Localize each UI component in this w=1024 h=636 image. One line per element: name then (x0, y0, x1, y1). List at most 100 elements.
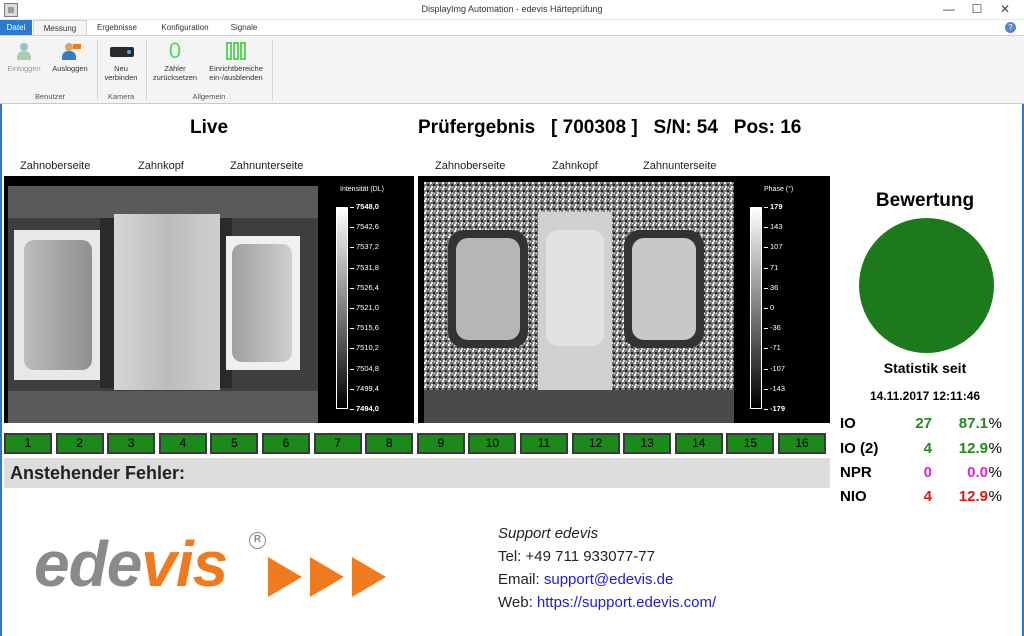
phase-tick-mark (764, 388, 768, 390)
position-box-7[interactable]: 7 (313, 433, 362, 454)
logout-button[interactable]: Ausloggen (47, 38, 93, 73)
position-box-10[interactable]: 10 (468, 433, 517, 454)
intensity-tick-mark (350, 308, 354, 309)
reconnect-camera-button[interactable]: Neu verbinden (99, 38, 143, 82)
phase-tick-mark (764, 368, 768, 370)
edevis-logo: edevis (34, 528, 228, 600)
position-box-5[interactable]: 5 (210, 433, 259, 454)
group-allgemein: Allgemein (192, 92, 226, 101)
bewertung-title: Bewertung (875, 190, 975, 211)
minimize-button[interactable]: — (938, 2, 960, 17)
support-web-link[interactable]: https://support.edevis.com/ (537, 594, 716, 611)
position-box-13[interactable]: 13 (623, 433, 672, 454)
intensity-tick-mark (350, 227, 354, 229)
position-box-12[interactable]: 12 (571, 433, 620, 454)
intensity-tick-label: 7548,0 (356, 202, 379, 211)
intensity-tick-mark (350, 328, 354, 330)
phase-tick-mark (764, 227, 768, 229)
phase-image-panel[interactable]: Phase (°) 179 143 107 71 36 0 -36 -71 -107 -143 -1… (418, 176, 830, 423)
position-box-1[interactable]: 1 (4, 433, 52, 454)
position-box-9[interactable]: 9 (416, 433, 465, 454)
col-zahnoberseite-left: Zahnoberseite (20, 160, 91, 172)
status-indicator-circle (859, 218, 994, 353)
tab-konfiguration[interactable]: Konfiguration (150, 20, 220, 35)
intensity-colorbar (336, 207, 348, 409)
setup-areas-icon (224, 40, 248, 62)
toggle-setup-areas-button[interactable]: Einrichtbereiche ein-/ausblenden (203, 38, 269, 82)
phase-tick-mark (764, 247, 768, 249)
logo-arrow-icon (352, 557, 386, 597)
help-icon[interactable]: ? (1005, 22, 1016, 33)
intensity-tick-label: 7494,0 (356, 404, 379, 413)
intensity-tick-mark (350, 348, 354, 350)
statistik-date: 14.11.2017 12:11:46 (869, 389, 981, 403)
phase-tick-label: 71 (770, 262, 779, 272)
phase-tick-label: -143 (770, 383, 786, 393)
position-box-3[interactable]: 3 (107, 433, 156, 454)
intensity-image-panel[interactable]: Intensität (DL) 7548,0 7542,6 7537,2 7531,8… (4, 176, 414, 423)
intensity-scale-title: Intensität (DL) (340, 186, 384, 193)
position-box-14[interactable]: 14 (674, 433, 723, 454)
position-box-15[interactable]: 15 (726, 433, 775, 454)
col-zahnoberseite-right: Zahnoberseite (435, 160, 506, 172)
intensity-tick-mark (350, 368, 354, 370)
phase-scale-title: Phase (°) (764, 186, 794, 193)
close-button[interactable]: ✕ (994, 2, 1016, 17)
phase-tick-mark (764, 267, 768, 269)
login-button[interactable]: Einloggen (4, 38, 44, 73)
col-zahnkopf-right: Zahnkopf (552, 160, 598, 172)
tab-signale[interactable]: Signale (222, 20, 266, 35)
login-user-icon (12, 40, 36, 62)
col-zahnunterseite-right: Zahnunterseite (643, 160, 717, 172)
support-tel: Tel: +49 711 933077-77 (498, 548, 655, 565)
stat-row-nio: NIO 4 12.9 % (840, 488, 1002, 505)
support-email-link[interactable]: support@edevis.de (544, 571, 673, 588)
counter-zero-icon: 0 (168, 38, 182, 63)
intensity-tick-mark (350, 207, 354, 208)
phase-tick-label: -107 (770, 363, 786, 373)
position-box-2[interactable]: 2 (55, 433, 104, 454)
phase-tick-label: -71 (770, 343, 781, 353)
intensity-tick-label: 7521,0 (356, 303, 379, 312)
phase-colorbar (750, 207, 762, 409)
col-zahnkopf-left: Zahnkopf (138, 160, 184, 172)
intensity-tick-mark (350, 267, 354, 269)
live-title: Live (190, 117, 229, 138)
reset-counter-button[interactable]: 0 Zähler zurücksetzen (149, 38, 201, 83)
intensity-tick-label: 7499,4 (356, 383, 379, 393)
ribbon-separator (97, 40, 98, 100)
position-box-8[interactable]: 8 (365, 433, 414, 454)
phase-tick-label: 179 (770, 202, 783, 211)
intensity-tick-label: 7542,6 (356, 222, 379, 232)
support-email-row: Email: support@edevis.de (498, 571, 674, 588)
intensity-tick-label: 7537,2 (356, 242, 379, 252)
ribbon: Einloggen Ausloggen Neu verbinden 0 Zähl… (0, 35, 1024, 104)
stat-row-io: IO 27 87.1 % (840, 415, 1002, 432)
group-kamera: Kamera (107, 92, 135, 101)
intensity-tick-label: 7504,8 (356, 363, 379, 373)
position-box-11[interactable]: 11 (520, 433, 568, 454)
tab-ergebnisse[interactable]: Ergebnisse (88, 20, 146, 35)
phase-tick-label: -36 (770, 323, 781, 333)
position-box-16[interactable]: 16 (778, 433, 826, 454)
phase-tick-mark (764, 348, 768, 350)
phase-tick-label: -179 (770, 404, 786, 413)
registered-mark-icon: R (249, 532, 266, 549)
position-box-4[interactable]: 4 (158, 433, 207, 454)
stat-row-io2: IO (2) 4 12.9 % (840, 440, 1002, 457)
ribbon-separator (146, 40, 147, 100)
intensity-tick-label: 7510,2 (356, 343, 379, 353)
tab-messung[interactable]: Messung (33, 20, 87, 35)
phase-tick-mark (764, 207, 768, 208)
stat-row-npr: NPR 0 0.0 % (840, 464, 1002, 481)
maximize-button[interactable]: ☐ (966, 2, 988, 17)
pending-error-bar: Anstehender Fehler: (4, 458, 830, 488)
col-zahnunterseite-left: Zahnunterseite (230, 160, 304, 172)
title-bar: DisplayImg Automation - edevis Härteprüf… (0, 0, 1024, 20)
position-box-6[interactable]: 6 (262, 433, 310, 454)
phase-tick-mark (764, 287, 768, 289)
group-benutzer: Benutzer (34, 92, 66, 101)
tab-datei[interactable]: Datei (0, 20, 32, 35)
window-title: DisplayImg Automation - edevis Härteprüf… (421, 4, 603, 14)
intensity-tick-label: 7526,4 (356, 282, 379, 292)
